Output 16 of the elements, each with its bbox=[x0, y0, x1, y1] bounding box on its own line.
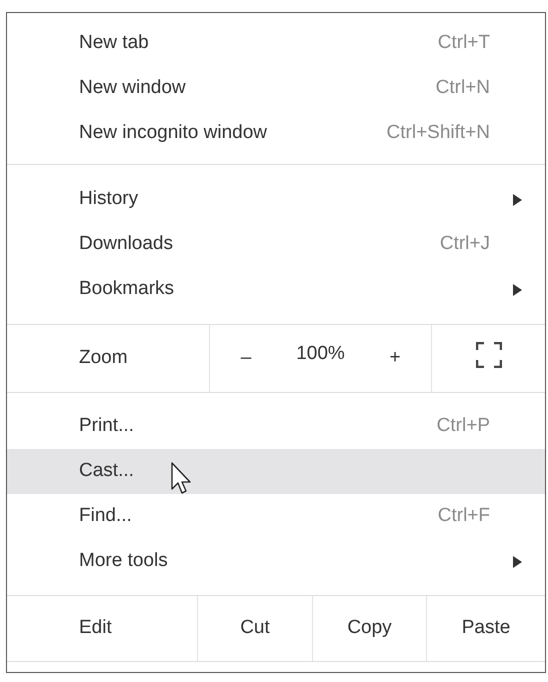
shortcut-label: Ctrl+T bbox=[438, 31, 490, 56]
zoom-level: 100% bbox=[295, 342, 346, 366]
fullscreen-icon[interactable] bbox=[476, 342, 502, 368]
edit-button[interactable]: Cut bbox=[198, 596, 313, 661]
zoom-out-button[interactable]: – bbox=[210, 325, 282, 392]
menu-item[interactable]: Cast... bbox=[7, 449, 545, 494]
zoom-in-button[interactable]: + bbox=[359, 325, 431, 392]
shortcut-label: Ctrl+F bbox=[438, 504, 490, 528]
edit-button[interactable]: Copy bbox=[313, 596, 427, 661]
zoom-label: Zoom bbox=[7, 325, 210, 392]
shortcut-label: Ctrl+Shift+N bbox=[386, 121, 490, 146]
shortcut-label: Ctrl+J bbox=[440, 232, 490, 256]
edit-label: Edit bbox=[7, 596, 198, 661]
shortcut-label: Ctrl+P bbox=[436, 414, 490, 438]
shortcut-label: Ctrl+N bbox=[436, 76, 490, 100]
edit-button[interactable]: Paste bbox=[427, 596, 545, 661]
